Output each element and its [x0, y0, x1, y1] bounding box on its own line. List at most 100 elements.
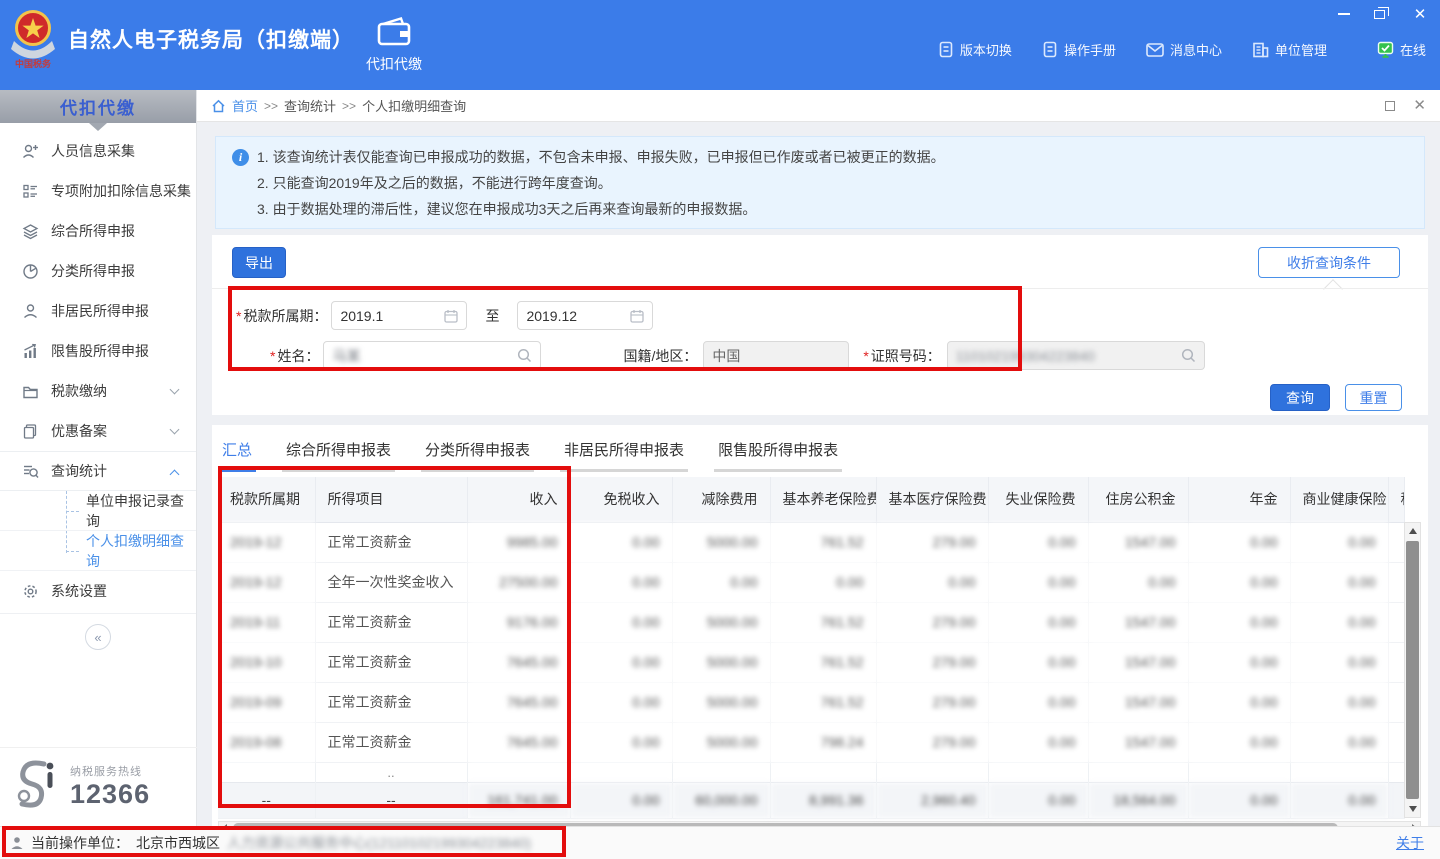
required-asterisk: *	[863, 348, 868, 364]
hotline-logo	[10, 758, 62, 814]
period-to-input[interactable]: 2019.12	[517, 301, 653, 330]
table-cell	[1388, 682, 1404, 722]
table-cell	[1388, 782, 1404, 818]
vertical-scroll-thumb[interactable]	[1406, 541, 1419, 799]
scroll-down-icon[interactable]	[1405, 801, 1420, 817]
table-cell: 279.00	[876, 522, 988, 562]
result-tab-1[interactable]: 综合所得申报表	[282, 437, 395, 472]
sidebar-subitem-personal-withholding-query[interactable]: 个人扣缴明细查询	[0, 531, 196, 571]
main-area: 首页 >> 查询统计 >> 个人扣缴明细查询 ✕ i 1. 该查询统计表仅能查询…	[197, 90, 1440, 826]
pane-close-icon[interactable]: ✕	[1413, 98, 1426, 113]
column-header: 税款所属期	[218, 477, 315, 522]
menu-message-center[interactable]: 消息中心	[1146, 40, 1222, 59]
sidebar-item-label: 分类所得申报	[51, 261, 135, 281]
search-icon[interactable]	[517, 348, 532, 363]
table-cell: 正常工资薪金	[315, 642, 467, 682]
calendar-icon[interactable]	[444, 309, 458, 323]
table-cell: 0.00	[570, 562, 672, 602]
table-cell: 正常工资薪金	[315, 602, 467, 642]
table-cell: 5000.00	[672, 682, 770, 722]
sidebar-item-personnel-info[interactable]: 人员信息采集	[0, 131, 196, 171]
sidebar-subitem-unit-declaration-query[interactable]: 单位申报记录查询	[0, 491, 196, 531]
calendar-icon[interactable]	[630, 309, 644, 323]
sidebar-item-special-deduction[interactable]: 专项附加扣除信息采集	[0, 171, 196, 211]
pane-restore-icon[interactable]	[1385, 101, 1395, 111]
menu-label: 消息中心	[1170, 40, 1222, 59]
required-asterisk: *	[236, 308, 241, 324]
table-cell: 279.00	[876, 602, 988, 642]
menu-version-switch[interactable]: 版本切换	[938, 40, 1012, 59]
chevron-down-icon	[170, 425, 180, 435]
close-icon[interactable]: ✕	[1412, 6, 1428, 22]
sidebar-item-tax-payment[interactable]: 税款缴纳	[0, 371, 196, 411]
id-number-input: 110102199304223840	[947, 341, 1205, 370]
table-row[interactable]: 2019-10正常工资薪金7645.000.005000.00761.52279…	[218, 642, 1404, 682]
breadcrumb-home[interactable]: 首页	[232, 96, 258, 115]
sidebar-item-restricted-shares[interactable]: 限售股所得申报	[0, 331, 196, 371]
result-tab-4[interactable]: 限售股所得申报表	[714, 437, 842, 472]
table-cell: 0.00	[988, 602, 1088, 642]
about-link[interactable]: 关于	[1396, 833, 1424, 853]
hotline-block: 纳税服务热线 12366	[0, 747, 197, 814]
sidebar-cap-arrow	[89, 123, 107, 131]
sidebar-item-query-statistics[interactable]: 查询统计	[0, 451, 196, 491]
tab-withholding-label: 代扣代缴	[366, 54, 422, 74]
table-row[interactable]: 2019-11正常工资薪金9176.000.005000.00761.52279…	[218, 602, 1404, 642]
window-controls: ✕	[1336, 6, 1428, 22]
restore-icon[interactable]	[1374, 6, 1390, 22]
table-header-row: 税款所属期所得项目收入免税收入减除费用基本养老保险费基本医疗保险费失业保险费住房…	[218, 477, 1404, 522]
table-cell: 0.00	[1290, 642, 1388, 682]
table-row[interactable]: 2019-12正常工资薪金9985.000.005000.00761.52279…	[218, 522, 1404, 562]
name-input[interactable]: 马某	[323, 341, 541, 370]
sidebar-item-classified-income[interactable]: 分类所得申报	[0, 251, 196, 291]
result-tab-3[interactable]: 非居民所得申报表	[560, 437, 688, 472]
menu-manual[interactable]: 操作手册	[1042, 40, 1116, 59]
period-to-value: 2019.12	[526, 308, 630, 324]
table-cell: 2,960.40	[876, 782, 988, 818]
table-cell	[218, 762, 315, 782]
gear-icon	[22, 583, 39, 600]
tab-withholding[interactable]: 代扣代缴	[352, 16, 436, 74]
table-cell	[988, 762, 1088, 782]
table-cell: 0.00	[988, 782, 1088, 818]
breadcrumb-level1: 查询统计	[284, 96, 336, 115]
user-icon	[10, 836, 24, 850]
table-cell: 279.00	[876, 682, 988, 722]
table-row-clipped: ..	[218, 762, 1404, 782]
table-cell: 0.00	[1188, 522, 1290, 562]
result-tab-2[interactable]: 分类所得申报表	[421, 437, 534, 472]
period-from-input[interactable]: 2019.1	[331, 301, 467, 330]
search-icon[interactable]	[1181, 348, 1196, 363]
query-button[interactable]: 查询	[1270, 384, 1330, 411]
table-row[interactable]: 2019-08正常工资薪金7645.000.005000.00798.24279…	[218, 722, 1404, 762]
manual-icon	[1042, 41, 1058, 58]
table-cell: 全年一次性奖金收入	[315, 562, 467, 602]
result-tab-0[interactable]: 汇总	[218, 437, 256, 472]
table-row[interactable]: 2019-12全年一次性奖金收入27500.000.000.000.000.00…	[218, 562, 1404, 602]
scroll-up-icon[interactable]	[1405, 523, 1420, 539]
sidebar-item-label: 系统设置	[51, 581, 107, 601]
vertical-scrollbar[interactable]	[1404, 522, 1421, 818]
operating-unit-visible: 北京市西城区	[136, 833, 220, 853]
table-row[interactable]: 2019-09正常工资薪金7645.000.005000.00761.52279…	[218, 682, 1404, 722]
id-number-value: 110102199304223840	[956, 348, 1181, 364]
table-cell: 0.00	[1290, 782, 1388, 818]
online-status[interactable]: 在线	[1377, 40, 1426, 59]
hotline-number: 12366	[70, 779, 150, 810]
sidebar-item-preferential-filing[interactable]: 优惠备案	[0, 411, 196, 451]
table-cell: 0.00	[1188, 722, 1290, 762]
copy-icon	[22, 423, 39, 440]
sidebar-item-system-settings[interactable]: 系统设置	[0, 571, 196, 611]
collapse-query-button[interactable]: 收折查询条件	[1258, 247, 1400, 278]
sidebar-item-comprehensive-income[interactable]: 综合所得申报	[0, 211, 196, 251]
required-asterisk: *	[270, 348, 275, 364]
reset-button[interactable]: 重置	[1345, 384, 1402, 411]
table-cell: 正常工资薪金	[315, 522, 467, 562]
header-menu: 版本切换 操作手册 消息中心 单位管理 在线	[938, 40, 1426, 59]
sidebar-collapse-button[interactable]: «	[85, 624, 111, 650]
minimize-icon[interactable]	[1336, 6, 1352, 22]
table-cell: 8,991.36	[770, 782, 876, 818]
export-button[interactable]: 导出	[232, 247, 286, 278]
menu-unit-management[interactable]: 单位管理	[1252, 40, 1327, 59]
sidebar-item-nonresident-income[interactable]: 非居民所得申报	[0, 291, 196, 331]
